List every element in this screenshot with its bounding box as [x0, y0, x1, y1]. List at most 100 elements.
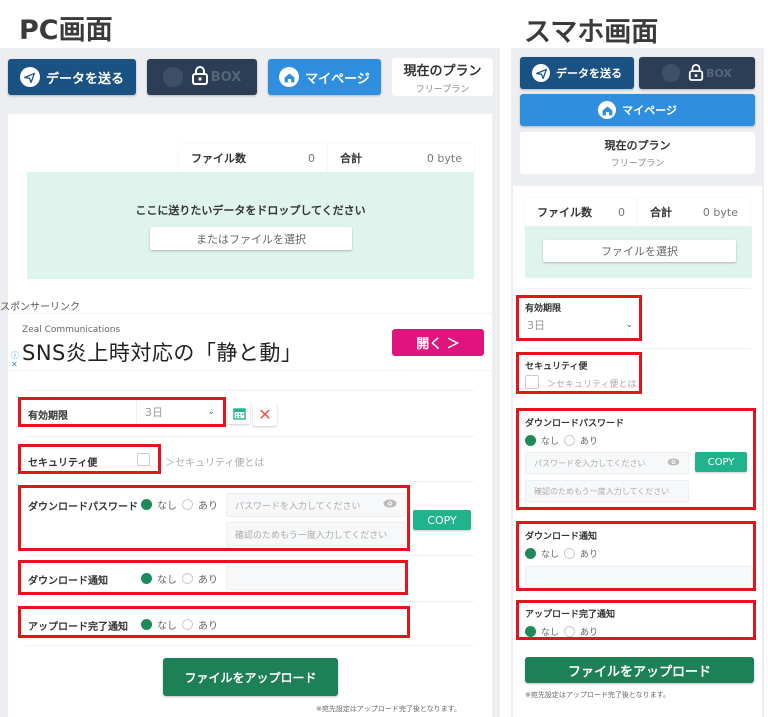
- file-count-stat: ファイル数 0: [179, 144, 327, 172]
- box-label: BOX: [210, 69, 242, 85]
- sp-box-button[interactable]: BOX: [639, 57, 755, 89]
- divider: [26, 601, 474, 602]
- password-radio-off[interactable]: [141, 499, 152, 510]
- security-info-link[interactable]: ＞セキュリティ便とは: [165, 454, 264, 469]
- eye-icon[interactable]: [383, 499, 397, 511]
- lock-icon: [688, 63, 704, 84]
- expiry-select[interactable]: 3日 ⌄: [136, 400, 223, 424]
- sp-upload-notice-radio-group: なし あり: [525, 625, 603, 638]
- current-plan-title: 現在のプラン: [403, 63, 482, 79]
- smartphone-screen-heading: スマホ画面: [524, 17, 659, 48]
- total-size-label: 合計: [340, 152, 362, 165]
- total-size-stat: 合計 0 byte: [328, 144, 474, 172]
- sp-file-count-stat: ファイル数 0: [525, 198, 637, 226]
- upload-notice-label: アップロード完了通知: [28, 622, 128, 633]
- upload-notice-radio-group: なし あり: [141, 617, 223, 632]
- divider: [26, 436, 474, 437]
- download-notice-radio-off[interactable]: [141, 573, 152, 584]
- ad-close-icon[interactable]: ✕: [11, 360, 18, 369]
- eye-icon[interactable]: [667, 458, 680, 468]
- paper-plane-icon: [532, 64, 550, 82]
- download-notice-radio-on[interactable]: [182, 573, 193, 584]
- drop-message: ここに送りたいデータをドロップしてください: [135, 204, 366, 217]
- sp-copy-button[interactable]: COPY: [695, 452, 747, 472]
- sp-download-notice-radio-off[interactable]: [525, 548, 536, 559]
- sp-password-confirm-input[interactable]: 確認のためもう一度入力してください: [525, 480, 689, 502]
- lock-icon: [191, 65, 209, 89]
- file-count-label: ファイル数: [191, 152, 246, 165]
- box-button[interactable]: BOX: [147, 59, 257, 95]
- sp-security-info-link[interactable]: ＞セキュリティ便とは: [547, 377, 636, 390]
- sp-password-input[interactable]: パスワードを入力してください: [525, 452, 689, 474]
- password-confirm-input[interactable]: 確認のためもう一度入力してください: [226, 522, 406, 546]
- sp-password-radio-group: なし あり: [525, 434, 603, 447]
- sp-upload-file-button[interactable]: ファイルをアップロード: [525, 657, 754, 683]
- sp-upload-notice-radio-on[interactable]: [564, 626, 576, 637]
- download-notice-label: ダウンロード通知: [28, 576, 108, 587]
- sp-download-notice-radio-on[interactable]: [564, 548, 576, 559]
- sp-recipient-note: ※宛先設定はアップロード完了後となります。: [525, 691, 670, 699]
- sp-upload-notice-radio-off[interactable]: [525, 626, 536, 637]
- total-size-value: 0 byte: [426, 151, 462, 165]
- expiry-value: 3日: [145, 406, 163, 419]
- mypage-label: マイページ: [305, 71, 370, 87]
- ad-headline[interactable]: SNS炎上時対応の「静と動」: [22, 337, 302, 367]
- security-checkbox[interactable]: [137, 453, 150, 466]
- copy-button[interactable]: COPY: [413, 510, 471, 530]
- divider: [525, 288, 751, 289]
- pc-screen-heading: PC画面: [19, 15, 113, 46]
- select-file-button[interactable]: またはファイルを選択: [150, 227, 352, 250]
- sp-download-notice-input[interactable]: [525, 566, 753, 588]
- home-icon: [279, 67, 300, 87]
- sp-security-checkbox[interactable]: [525, 375, 539, 389]
- chevron-down-icon: ⌄: [207, 407, 215, 417]
- chevron-down-icon: ⌄: [625, 320, 633, 330]
- calendar-icon: [232, 407, 246, 420]
- file-drop-zone[interactable]: ここに送りたいデータをドロップしてください またはファイルを選択: [27, 172, 474, 279]
- mypage-button[interactable]: マイページ: [268, 59, 381, 95]
- clear-expiry-button[interactable]: ✕: [253, 402, 277, 426]
- sponsor-label: スポンサーリンク: [0, 302, 80, 313]
- send-data-label: データを送る: [45, 71, 124, 87]
- password-radio-group: なし あり: [141, 497, 223, 512]
- calendar-button[interactable]: [228, 402, 250, 424]
- ad-info-icon[interactable]: ⓘ ✕: [11, 351, 19, 369]
- sp-password-radio-off[interactable]: [525, 435, 536, 446]
- sp-mypage-button[interactable]: マイページ: [520, 94, 755, 126]
- divider: [26, 645, 474, 646]
- close-icon: ✕: [258, 404, 272, 424]
- sp-send-data-button[interactable]: データを送る: [520, 57, 634, 89]
- sp-expiry-select[interactable]: 3日 ⌄: [523, 314, 637, 336]
- send-data-button[interactable]: データを送る: [8, 59, 136, 95]
- ad-open-button[interactable]: 開く ＞: [392, 329, 484, 356]
- sp-total-size-stat: 合計 0 byte: [638, 198, 750, 226]
- password-input[interactable]: パスワードを入力してください: [226, 493, 406, 517]
- sp-file-drop-zone[interactable]: ファイルを選択: [525, 226, 752, 278]
- security-label: セキュリティ便: [28, 458, 98, 469]
- sp-upload-card: ファイル数 0 合計 0 byte ファイルを選択 有効期限 3日 ⌄ セキュリ…: [513, 186, 762, 717]
- smartphone-screen-panel: データを送る BOX マイページ 現在のプラン フリープラン ファイル数 0 合…: [511, 48, 764, 717]
- password-label: ダウンロードパスワード: [28, 502, 138, 513]
- ad-advertiser: Zeal Communications: [22, 325, 121, 335]
- upload-file-button[interactable]: ファイルをアップロード: [163, 658, 338, 696]
- sp-download-notice-radio-group: なし あり: [525, 547, 603, 560]
- divider: [26, 555, 474, 556]
- sp-select-file-button[interactable]: ファイルを選択: [543, 240, 736, 262]
- divider: [26, 390, 474, 391]
- current-plan-box: 現在のプラン フリープラン: [392, 58, 493, 96]
- sp-password-radio-on[interactable]: [564, 435, 576, 446]
- ad-banner[interactable]: Zeal Communications SNS炎上時対応の「静と動」 開く ＞ …: [8, 313, 492, 371]
- recipient-note: ※宛先設定はアップロード完了後となります。: [316, 705, 461, 713]
- pc-screen-panel: データを送る BOX マイページ 現在のプラン フリープラン ファイル数 0 合…: [0, 48, 500, 717]
- password-radio-on[interactable]: [182, 499, 193, 510]
- file-count-value: 0: [308, 151, 315, 165]
- box-logo-icon: [162, 67, 183, 87]
- upload-notice-radio-off[interactable]: [141, 619, 152, 630]
- expiry-label: 有効期限: [28, 411, 68, 422]
- home-icon: [598, 101, 617, 119]
- paper-plane-icon: [19, 67, 40, 87]
- download-notice-radio-group: なし あり: [141, 571, 223, 586]
- download-notice-input[interactable]: [226, 566, 405, 590]
- current-plan-name: フリープラン: [415, 84, 470, 95]
- upload-notice-radio-on[interactable]: [182, 619, 193, 630]
